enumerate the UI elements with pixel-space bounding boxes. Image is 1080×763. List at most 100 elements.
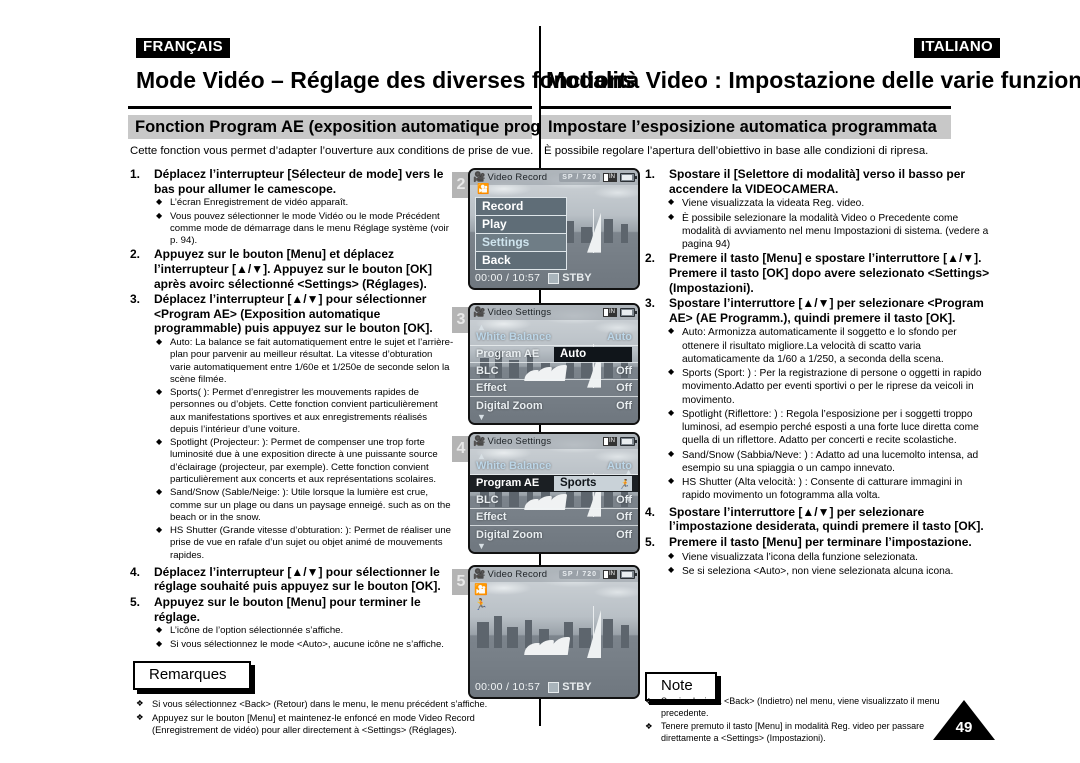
setting-row-digital-zoom[interactable]: Digital Zoom Off — [470, 397, 638, 414]
bullet-item-hsshutter: HS Shutter (Grande vitesse d’obturation:… — [155, 525, 455, 562]
lcd-scene-photo — [470, 567, 638, 697]
step-bullets: Auto: La balance se fait automatiquement… — [155, 337, 455, 562]
setting-value: Off — [616, 511, 632, 523]
setting-row-program-ae[interactable]: Program AE Sports 🏃 — [470, 475, 638, 492]
bullet-item: Viene visualizzata l’icona della funzion… — [667, 551, 990, 564]
step-bullets: Auto: Armonizza automaticamente il sogge… — [667, 326, 990, 502]
title-rule-italian — [541, 106, 951, 109]
bullet-item-sandsnow: Sand/Snow (Sabbia/Neve: ) : Adatto ad un… — [667, 449, 990, 476]
lcd-mode-title: Video Record — [487, 172, 548, 183]
setting-value: Off — [616, 528, 632, 541]
notes-list-french: Si vous sélectionnez <Back> (Retour) dan… — [136, 698, 531, 738]
setting-value: Off — [616, 382, 632, 394]
memory-icon — [603, 570, 617, 579]
lcd-status-bar: 🎥 Video Record SP / 720 — [470, 567, 638, 582]
menu-item-settings[interactable]: Settings — [475, 233, 567, 251]
note-item: Si vous sélectionnez <Back> (Retour) dan… — [136, 698, 531, 710]
step-bullets: Viene visualizzata la videata Reg. video… — [667, 197, 990, 251]
menu-item-play[interactable]: Play — [475, 215, 567, 233]
sports-icon: 🏃 — [474, 598, 488, 611]
note-item: Se si seleziona <Back> (Indietro) nel me… — [645, 696, 945, 719]
bullet-item-spotlight: Spotlight (Projecteur: ): Permet de comp… — [155, 437, 455, 486]
step-number: 4. — [130, 564, 141, 579]
step-text: Premere il tasto [Menu] per terminare l’… — [669, 534, 972, 549]
video-settings-list[interactable]: White Balance Auto Program AE Auto BLC O… — [470, 329, 638, 423]
bullet-item-spotlight: Spotlight (Riflettore: ) : Regola l’espo… — [667, 408, 990, 448]
step-text: Spostare l’interruttore [▲/▼] per selezi… — [669, 296, 984, 325]
setting-row-white-balance[interactable]: White Balance Auto — [470, 458, 638, 475]
memory-icon — [603, 308, 617, 317]
step-item: 2. Appuyez sur le bouton [Menu] et dépla… — [130, 247, 455, 291]
step-number: 2. — [130, 247, 141, 262]
step-number: 5. — [645, 534, 656, 549]
lcd-mode-title: Video Record — [487, 569, 548, 580]
camcorder-icon: 🎥 — [473, 171, 486, 183]
setting-label: BLC — [476, 494, 499, 506]
record-mode-icon: 🎦 — [474, 584, 488, 596]
step-text: Premere il tasto [Menu] e spostare l’int… — [669, 251, 990, 295]
bullet-item: Viene visualizzata la videata Reg. video… — [667, 197, 990, 210]
step-item: 1. Déplacez l’interrupteur [Sélecteur de… — [130, 167, 455, 196]
bullet-item: Si vous sélectionnez le mode <Auto>, auc… — [155, 639, 455, 651]
step-number: 1. — [130, 167, 141, 181]
setting-value: Auto — [606, 460, 632, 472]
setting-value: Auto — [606, 331, 632, 343]
language-tag-french: FRANÇAIS — [136, 38, 230, 58]
bullet-item-auto: Auto: La balance se fait automatiquement… — [155, 337, 455, 386]
setting-label: Digital Zoom — [476, 528, 543, 541]
stby-square-icon — [548, 681, 560, 693]
lcd-frame: 🎥 Video Settings ▲ White Balance Auto Pr… — [468, 303, 640, 425]
step-bullets: Viene visualizzata l’icona della funzion… — [667, 551, 990, 579]
step-number: 3. — [645, 296, 656, 311]
status-indicator: STBY — [548, 681, 592, 693]
lcd-main-menu[interactable]: 🎦 Record Play Settings Back — [475, 184, 567, 270]
lcd-bottom-bar: 00:00 / 10:57 STBY — [470, 270, 638, 286]
step-text: Déplacez l’interrupteur [Sélecteur de mo… — [154, 167, 444, 196]
setting-label: Effect — [476, 382, 507, 394]
battery-icon — [620, 173, 637, 182]
section-bar-french: Fonction Program AE (exposition automati… — [128, 115, 624, 139]
setting-row-blc[interactable]: BLC Off — [470, 363, 638, 380]
lcd-status-bar: 🎥 Video Settings — [470, 305, 638, 320]
step-number: 5. — [130, 595, 141, 610]
lcd-mode-title: Video Settings — [487, 307, 552, 318]
record-mode-icon: 🎦 — [477, 184, 490, 195]
note-item: Appuyez sur le bouton [Menu] et maintene… — [136, 712, 531, 736]
language-tag-french-label: FRANÇAIS — [136, 38, 230, 58]
quality-badge: SP / 720 — [559, 570, 600, 579]
menu-item-record[interactable]: Record — [475, 197, 567, 215]
setting-row-program-ae[interactable]: Program AE Auto — [470, 346, 638, 363]
language-tag-italian: ITALIANO — [913, 38, 1000, 58]
step-bullets: L’écran Enregistrement de vidéo apparaît… — [155, 197, 455, 247]
step-item: 4. Déplacez l’interrupteur [▲/▼] pour sé… — [130, 565, 455, 594]
scroll-down-arrow-icon[interactable]: ▼ — [477, 541, 486, 551]
scroll-down-arrow-icon[interactable]: ▼ — [477, 412, 486, 422]
video-settings-list[interactable]: White Balance Auto Program AE Sports 🏃 BL… — [470, 458, 638, 552]
battery-icon — [620, 570, 637, 579]
setting-row-white-balance[interactable]: White Balance Auto — [470, 329, 638, 346]
setting-row-effect[interactable]: Effect Off — [470, 380, 638, 397]
lcd-bottom-bar: 00:00 / 10:57 STBY — [470, 679, 638, 695]
notes-box-french: Remarques — [133, 661, 251, 690]
manual-page: FRANÇAIS Mode Vidéo – Réglage des divers… — [0, 0, 1080, 763]
notes-list-italian: Se si seleziona <Back> (Indietro) nel me… — [645, 696, 945, 747]
setting-label: Program AE — [476, 348, 540, 360]
step-text: Déplacez l’interrupteur [▲/▼] pour sélec… — [154, 292, 433, 336]
setting-row-digital-zoom[interactable]: Digital Zoom Off — [470, 526, 638, 543]
bullet-item-auto: Auto: Armonizza automaticamente il sogge… — [667, 326, 990, 366]
setting-label: Digital Zoom — [476, 399, 543, 412]
stby-square-icon — [548, 272, 560, 284]
page-number-text: 49 — [955, 719, 973, 736]
step-text: Spostare il [Selettore di modalità] vers… — [669, 167, 966, 196]
setting-label: White Balance — [476, 331, 552, 343]
steps-list-italian: 1. Spostare il [Selettore di modalità] v… — [645, 167, 990, 578]
bullet-item-sandsnow: Sand/Snow (Sable/Neige: ): Utile lorsque… — [155, 487, 455, 524]
battery-icon — [620, 308, 637, 317]
note-item: Tenere premuto il tasto [Menu] in modali… — [645, 721, 945, 744]
steps-list-french: 1. Déplacez l’interrupteur [Sélecteur de… — [130, 167, 455, 651]
bullet-item: L’écran Enregistrement de vidéo apparaît… — [155, 197, 455, 209]
setting-row-blc[interactable]: BLC Off — [470, 492, 638, 509]
menu-item-back[interactable]: Back — [475, 251, 567, 270]
lcd-frame: 🎥 Video Record SP / 720 🎦 Record Play Se… — [468, 168, 640, 290]
setting-row-effect[interactable]: Effect Off — [470, 509, 638, 526]
